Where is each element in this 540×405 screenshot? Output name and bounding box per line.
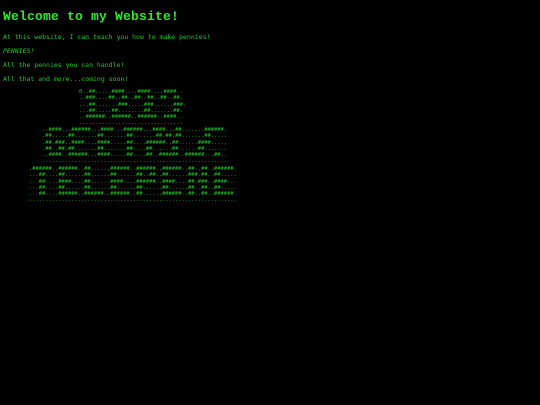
intro-text: At this website, I can teach you how to … xyxy=(3,33,211,41)
page: Welcome to my Website! At this website, … xyxy=(0,0,540,405)
ascii-art-block-2: ..####...######...####...######...####..… xyxy=(42,127,227,165)
ascii-art-block-1: 0..##.....####....####....####.. ..###..… xyxy=(79,89,187,127)
ascii-art-block-3: .######..######..##......######..######.… xyxy=(29,166,237,204)
pennies-text: PENNIES! xyxy=(3,47,35,55)
page-heading: Welcome to my Website! xyxy=(3,9,180,24)
coming-soon-text: All that and more...coming soon! xyxy=(3,75,129,83)
handle-text: All the pennies you can handle! xyxy=(3,61,125,69)
